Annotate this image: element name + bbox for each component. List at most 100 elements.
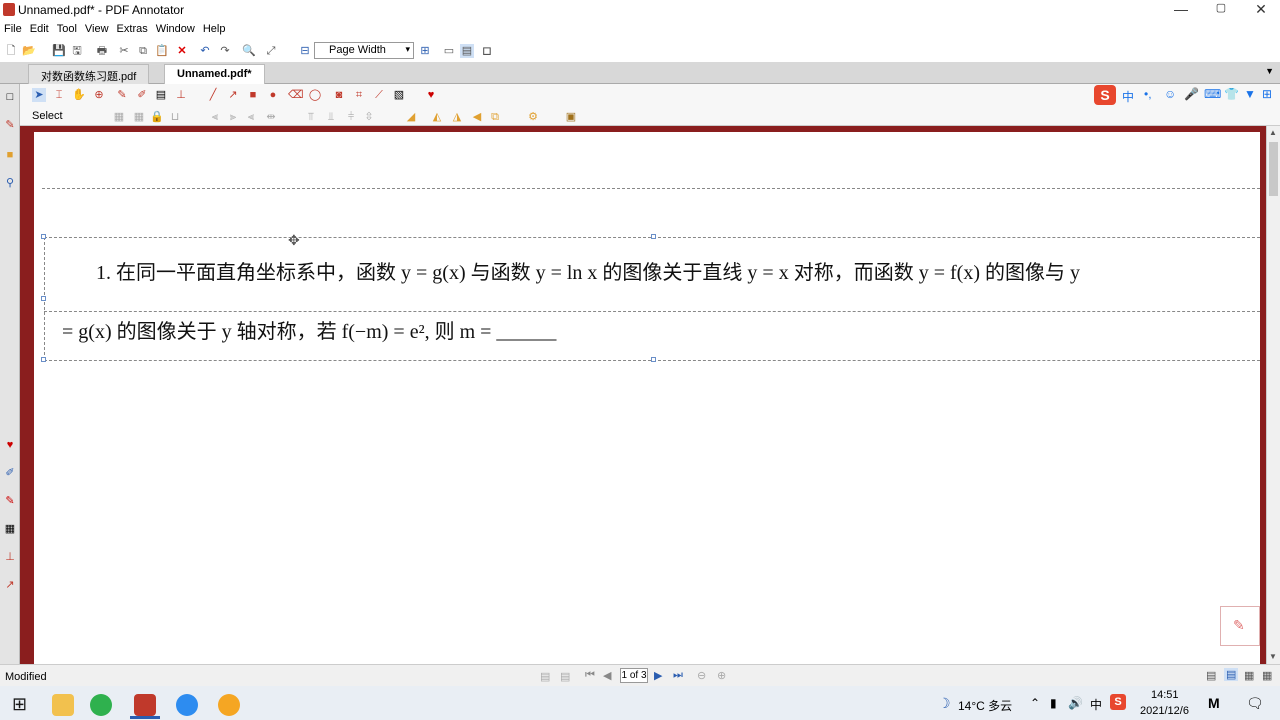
annotations-icon[interactable]: ✎ <box>3 118 17 132</box>
align-left-icon[interactable]: ⫷ <box>208 110 222 124</box>
menu-tool[interactable]: Tool <box>53 20 81 35</box>
two-page-view-icon[interactable]: ▦ <box>1244 669 1254 682</box>
arrow-icon[interactable]: ↗ <box>3 578 17 592</box>
single-page-icon[interactable]: ▭ <box>442 44 456 58</box>
arrow-tool-icon[interactable]: ↗ <box>226 88 240 102</box>
resize-handle[interactable] <box>41 296 46 301</box>
save-icon[interactable]: 💾 <box>52 44 66 58</box>
punctuation-icon[interactable]: •, <box>1144 87 1152 101</box>
skin-icon[interactable]: 👕 <box>1224 87 1239 101</box>
last-page-icon[interactable]: ⏭ <box>673 669 683 682</box>
annotation-hint-button[interactable]: ✎ <box>1220 606 1260 646</box>
first-page-icon[interactable]: ⏮ <box>585 669 595 682</box>
prev-page-icon[interactable]: ◀ <box>603 669 611 682</box>
stamp-tool-icon[interactable]: ⊥ <box>174 88 188 102</box>
menu-view[interactable]: View <box>81 20 113 35</box>
single-view-icon[interactable]: ▤ <box>1206 669 1216 682</box>
magnifier-icon[interactable]: ⊕ <box>92 88 106 102</box>
attachments-icon[interactable]: ⚲ <box>3 176 17 190</box>
shirt-icon[interactable]: ▼ <box>1244 87 1256 101</box>
resize-handle[interactable] <box>41 357 46 362</box>
align-center-icon[interactable]: ⫸ <box>226 110 240 124</box>
lock-icon[interactable]: 🔒 <box>150 110 164 124</box>
textbox-icon[interactable]: ▤ <box>154 88 168 102</box>
resize-handle[interactable] <box>651 357 656 362</box>
open-icon[interactable]: 📂 <box>22 44 36 58</box>
menu-edit[interactable]: Edit <box>26 20 53 35</box>
fullscreen-icon[interactable]: ◻ <box>480 44 494 58</box>
eraser-icon[interactable]: ⌫ <box>288 88 304 102</box>
find-icon[interactable]: 🔍 <box>242 44 256 58</box>
tab-unnamed-pdf[interactable]: Unnamed.pdf* <box>164 64 265 84</box>
ime-tray-label[interactable]: 中 <box>1090 696 1102 713</box>
menu-file[interactable]: File <box>0 20 26 35</box>
duplicate-icon[interactable]: ⧉ <box>488 110 502 124</box>
pen-icon[interactable]: ✎ <box>115 88 129 102</box>
flip-icon[interactable]: ◀ <box>470 110 484 124</box>
vertical-scrollbar[interactable]: ▲ ▼ <box>1266 126 1280 664</box>
select-tool-icon[interactable]: ➤ <box>32 88 46 102</box>
group-icon[interactable]: ▦ <box>112 110 126 124</box>
ime-mode-label[interactable]: 中 <box>1122 88 1134 105</box>
save-as-icon[interactable]: 🖫 <box>70 44 84 58</box>
scroll-up-icon[interactable]: ▲ <box>1269 128 1277 137</box>
distribute-h-icon[interactable]: ⇹ <box>264 110 278 124</box>
send-back-icon[interactable]: ◮ <box>450 110 464 124</box>
volume-icon[interactable]: 🔊 <box>1068 696 1083 710</box>
clock-date[interactable]: 2021/12/6 <box>1140 705 1189 717</box>
windows-start-icon[interactable]: ⊞ <box>12 694 27 715</box>
undo-icon[interactable]: ↶ <box>198 44 212 58</box>
line-icon[interactable]: ╱ <box>206 88 220 102</box>
menu-help[interactable]: Help <box>199 20 230 35</box>
minimize-button[interactable]: — <box>1166 1 1196 17</box>
notification-icon[interactable]: 🗨 <box>1246 695 1264 712</box>
pdf-page[interactable]: ✥ 1. 在同一平面直角坐标系中，函数 y = g(x) 与函数 y = ln … <box>34 132 1260 664</box>
text-select-icon[interactable]: ⌶ <box>52 88 66 102</box>
grid-view-icon[interactable]: ▦ <box>1262 669 1272 682</box>
stamp-icon[interactable]: ⊥ <box>3 550 17 564</box>
paste-icon[interactable]: 📋 <box>155 44 169 58</box>
favorites-icon[interactable]: ♥ <box>3 438 17 452</box>
resize-handle[interactable] <box>651 234 656 239</box>
align-top-icon[interactable]: ⫪ <box>304 110 318 124</box>
zoom-out-icon[interactable]: ⊟ <box>298 44 312 58</box>
record-app-icon[interactable] <box>218 694 240 716</box>
scroll-thumb[interactable] <box>1269 142 1278 196</box>
unlock-icon[interactable]: ⊔ <box>168 110 182 124</box>
continuous-page-icon[interactable]: ▤ <box>460 44 474 58</box>
prev-doc-icon[interactable]: ▤ <box>540 670 550 683</box>
template-icon[interactable]: ▣ <box>564 110 578 124</box>
menu-window[interactable]: Window <box>152 20 199 35</box>
close-button[interactable]: ✕ <box>1246 1 1276 18</box>
print-icon[interactable]: 🖶 <box>95 44 109 58</box>
move-handle-icon[interactable]: ✥ <box>288 232 300 249</box>
m1-icon[interactable]: M <box>1208 695 1220 711</box>
tab-practice-pdf[interactable]: 对数函数练习题.pdf <box>28 64 150 84</box>
redo-icon[interactable]: ↷ <box>218 44 232 58</box>
bookmarks-icon[interactable]: ■ <box>3 148 17 162</box>
hand-icon[interactable]: ✋ <box>72 88 86 102</box>
properties-icon[interactable]: ⚙ <box>526 110 540 124</box>
sogou-tray-icon[interactable]: S <box>1110 694 1126 710</box>
rectangle-icon[interactable]: ■ <box>246 88 260 102</box>
camera-icon[interactable]: ◙ <box>332 88 346 102</box>
wechat-icon[interactable] <box>90 694 112 716</box>
sogou-icon[interactable]: S <box>1094 85 1116 105</box>
emoji-icon[interactable]: ☺ <box>1164 87 1176 101</box>
zoom-select[interactable]: Page Width ▾ <box>314 42 414 59</box>
back-icon[interactable]: ⊖ <box>697 669 706 682</box>
ungroup-icon[interactable]: ▦ <box>132 110 146 124</box>
delete-icon[interactable]: ✕ <box>175 44 189 58</box>
pen-tools-icon[interactable]: ✐ <box>3 466 17 480</box>
favorite-tool-icon[interactable]: ♥ <box>424 88 438 102</box>
color-picker-icon[interactable]: ◢ <box>404 110 418 124</box>
align-middle-icon[interactable]: ⫫ <box>324 110 338 124</box>
align-bottom-icon[interactable]: ⫩ <box>344 110 358 124</box>
forward-icon[interactable]: ⊕ <box>717 669 726 682</box>
image-icon[interactable]: ▧ <box>392 88 406 102</box>
crop-icon[interactable]: ⌗ <box>352 88 366 102</box>
tab-list-icon[interactable]: ▼ <box>1265 66 1274 76</box>
lasso-icon[interactable]: ◯ <box>308 88 322 102</box>
align-right-icon[interactable]: ⫷ <box>244 110 258 124</box>
continuous-view-icon[interactable]: ▤ <box>1224 668 1239 681</box>
